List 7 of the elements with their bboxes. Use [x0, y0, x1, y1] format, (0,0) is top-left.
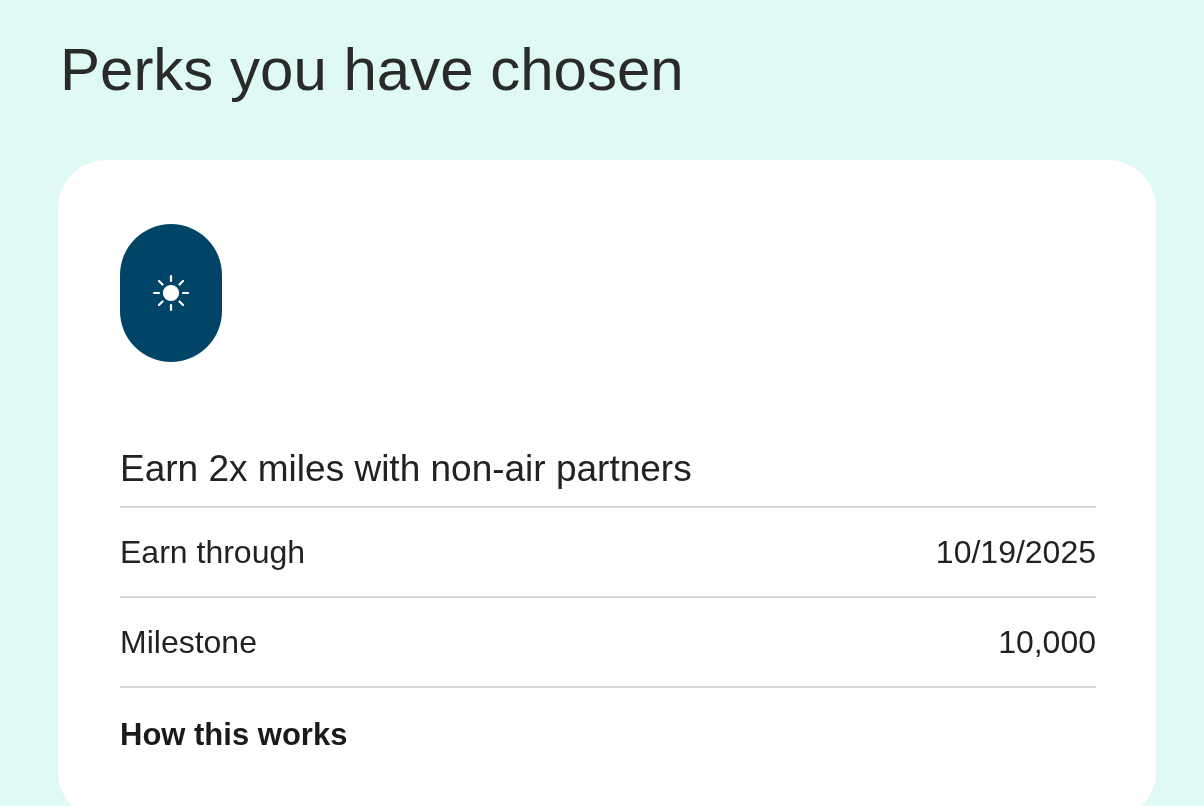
page-title: Perks you have chosen: [60, 35, 685, 105]
detail-value: 10,000: [998, 623, 1096, 662]
detail-label: Earn through: [120, 533, 305, 572]
detail-value: 10/19/2025: [935, 533, 1096, 572]
how-this-works-link[interactable]: How this works: [120, 712, 348, 759]
perk-title: Earn 2x miles with non-air partners: [120, 444, 1096, 508]
detail-label: Milestone: [120, 623, 257, 662]
